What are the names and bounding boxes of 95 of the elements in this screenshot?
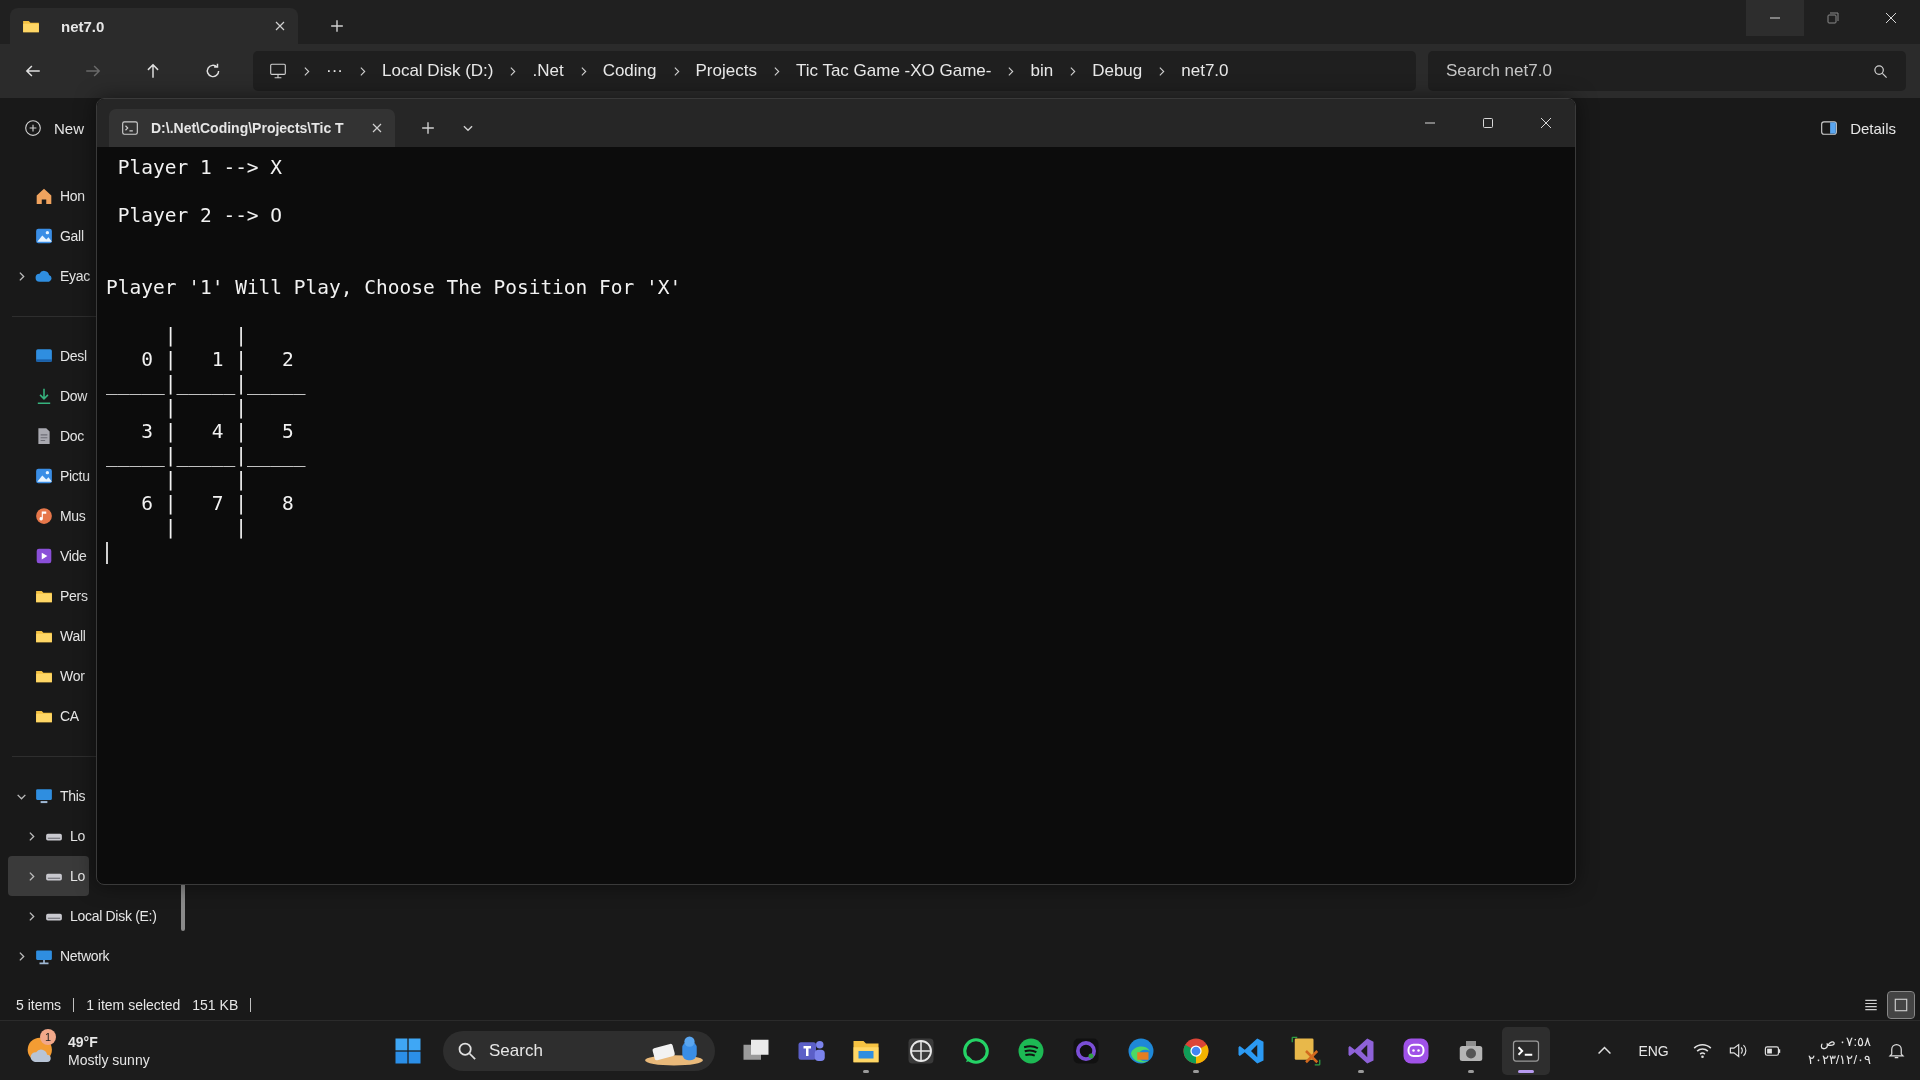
more-crumbs-button[interactable]: ··· bbox=[326, 61, 343, 81]
sidebar-item[interactable]: Wall bbox=[8, 616, 90, 656]
weather-widget[interactable]: 1 49°F Mostly sunny bbox=[0, 1026, 360, 1075]
restore-icon bbox=[1482, 117, 1494, 129]
sidebar-item[interactable]: Pers bbox=[8, 576, 92, 616]
network-icon bbox=[35, 947, 53, 965]
music-icon bbox=[35, 507, 53, 525]
notification-bell-icon[interactable] bbox=[1887, 1041, 1906, 1060]
sidebar-item[interactable]: Eyac bbox=[8, 256, 94, 296]
breadcrumb[interactable]: bin bbox=[1030, 61, 1054, 81]
sidebar-item[interactable]: Dow bbox=[8, 376, 92, 416]
language-indicator[interactable]: ENG bbox=[1638, 1042, 1669, 1059]
clock-time[interactable]: ٠٧:٥٨ ص bbox=[1819, 1032, 1871, 1051]
sidebar-item[interactable]: Local Disk (E:) bbox=[8, 896, 161, 936]
sidebar-item[interactable]: Wor bbox=[8, 656, 89, 696]
selection-size: 151 KB bbox=[192, 997, 239, 1013]
restore-icon bbox=[1827, 12, 1839, 24]
download-icon bbox=[35, 387, 53, 405]
address-bar[interactable]: ··· Local Disk (D:) .Net Coding Projects Tic Tac Game -XO Game- bin Debug net7.0 bbox=[253, 51, 1416, 91]
board-line: 6 | 7 | 8 bbox=[140, 492, 294, 516]
tab-title: D:\.Net\Coding\Projects\Tic T bbox=[151, 120, 345, 136]
desktop-icon bbox=[35, 347, 53, 365]
scrollbar[interactable] bbox=[181, 883, 185, 931]
breadcrumb[interactable]: Local Disk (D:) bbox=[382, 61, 494, 81]
computer-icon bbox=[35, 787, 53, 805]
sidebar-item[interactable]: Network bbox=[8, 936, 114, 976]
new-tab-icon[interactable] bbox=[330, 19, 344, 33]
text-cursor bbox=[106, 542, 108, 564]
breadcrumb[interactable]: Debug bbox=[1092, 61, 1143, 81]
board-line: 0 | 1 | 2 bbox=[140, 348, 294, 372]
sidebar-item[interactable]: Pictu bbox=[8, 456, 94, 496]
house-icon bbox=[35, 187, 53, 205]
folder-tab[interactable]: net7.0 bbox=[10, 8, 298, 44]
board-line: | | bbox=[163, 516, 247, 540]
close-icon bbox=[1540, 117, 1552, 129]
phone-chat-icon bbox=[961, 1035, 991, 1066]
item-count: 5 items bbox=[16, 997, 62, 1013]
details-button[interactable]: Details bbox=[1820, 110, 1896, 146]
search-icon bbox=[1873, 63, 1888, 79]
document-icon bbox=[35, 427, 53, 445]
board-line: | | bbox=[163, 324, 247, 348]
monitor-icon bbox=[269, 62, 287, 80]
tile-view-button[interactable] bbox=[1888, 992, 1914, 1018]
close-icon bbox=[1885, 12, 1897, 24]
taskbar-app-button[interactable] bbox=[1502, 1026, 1550, 1075]
new-button[interactable]: New bbox=[24, 110, 84, 146]
refresh-icon bbox=[204, 62, 222, 80]
selection-count: 1 item selected bbox=[86, 997, 181, 1013]
terminal-tab[interactable]: D:\.Net\Coding\Projects\Tic T bbox=[109, 109, 395, 147]
console-line: Player 1 --> X bbox=[116, 156, 283, 180]
image-icon bbox=[35, 227, 53, 245]
search-field[interactable]: Search net7.0 bbox=[1428, 51, 1906, 91]
terminal-icon bbox=[121, 119, 139, 137]
plus-circle-icon bbox=[24, 119, 42, 137]
list-icon bbox=[1863, 997, 1879, 1013]
sidebar-item[interactable]: CA bbox=[8, 696, 83, 736]
board-line: 3 | 4 | 5 bbox=[140, 420, 294, 444]
volume-icon[interactable] bbox=[1727, 1041, 1747, 1060]
temperature: 49°F bbox=[68, 1032, 99, 1051]
search-icon bbox=[457, 1040, 477, 1061]
notification-badge: 1 bbox=[40, 1028, 56, 1045]
breadcrumb[interactable]: Coding bbox=[602, 61, 657, 81]
sidebar-item[interactable]: Vide bbox=[8, 536, 91, 576]
sidebar-item[interactable]: Doc bbox=[8, 416, 88, 456]
clock-date[interactable]: ٢٠٢٣/١٢/٠٩ bbox=[1807, 1050, 1871, 1069]
details-pane-icon bbox=[1820, 119, 1839, 137]
tools-icon bbox=[1291, 1035, 1321, 1066]
sidebar-item[interactable]: Hon bbox=[8, 176, 89, 216]
sidebar-item[interactable]: Gall bbox=[8, 216, 88, 256]
board-line: | | bbox=[163, 468, 247, 492]
board-line: _____|_____|_____ bbox=[106, 372, 306, 396]
sidebar-item[interactable]: Mus bbox=[8, 496, 90, 536]
close-icon[interactable] bbox=[274, 20, 286, 32]
taskbar-search-field[interactable]: Search bbox=[443, 1030, 715, 1071]
console-line: Player '1' Will Play, Choose The Position For 'X' bbox=[106, 276, 682, 300]
breadcrumb[interactable]: net7.0 bbox=[1181, 61, 1229, 81]
weather-condition: Mostly sunny bbox=[68, 1050, 150, 1069]
board-line: | | bbox=[163, 396, 247, 420]
sidebar-item[interactable]: Desl bbox=[8, 336, 91, 376]
new-tab-icon[interactable] bbox=[421, 121, 435, 135]
image-icon bbox=[35, 467, 53, 485]
console-line: Player 2 --> O bbox=[116, 204, 283, 228]
sidebar-item[interactable]: This bbox=[8, 776, 90, 816]
tile-icon bbox=[1893, 997, 1909, 1013]
search-highlight-drawing bbox=[643, 1034, 705, 1067]
board-line: _____|_____|_____ bbox=[106, 444, 306, 468]
breadcrumb[interactable]: Tic Tac Game -XO Game- bbox=[795, 61, 992, 81]
wifi-icon[interactable] bbox=[1692, 1041, 1712, 1060]
video-icon bbox=[35, 547, 53, 565]
tab-title: net7.0 bbox=[61, 17, 106, 35]
sidebar-item[interactable]: Lo bbox=[8, 816, 89, 856]
breadcrumb[interactable]: Projects bbox=[695, 61, 757, 81]
sidebar-item[interactable]: Lo bbox=[8, 856, 89, 896]
close-icon[interactable] bbox=[371, 122, 383, 134]
breadcrumb[interactable]: .Net bbox=[532, 61, 564, 81]
